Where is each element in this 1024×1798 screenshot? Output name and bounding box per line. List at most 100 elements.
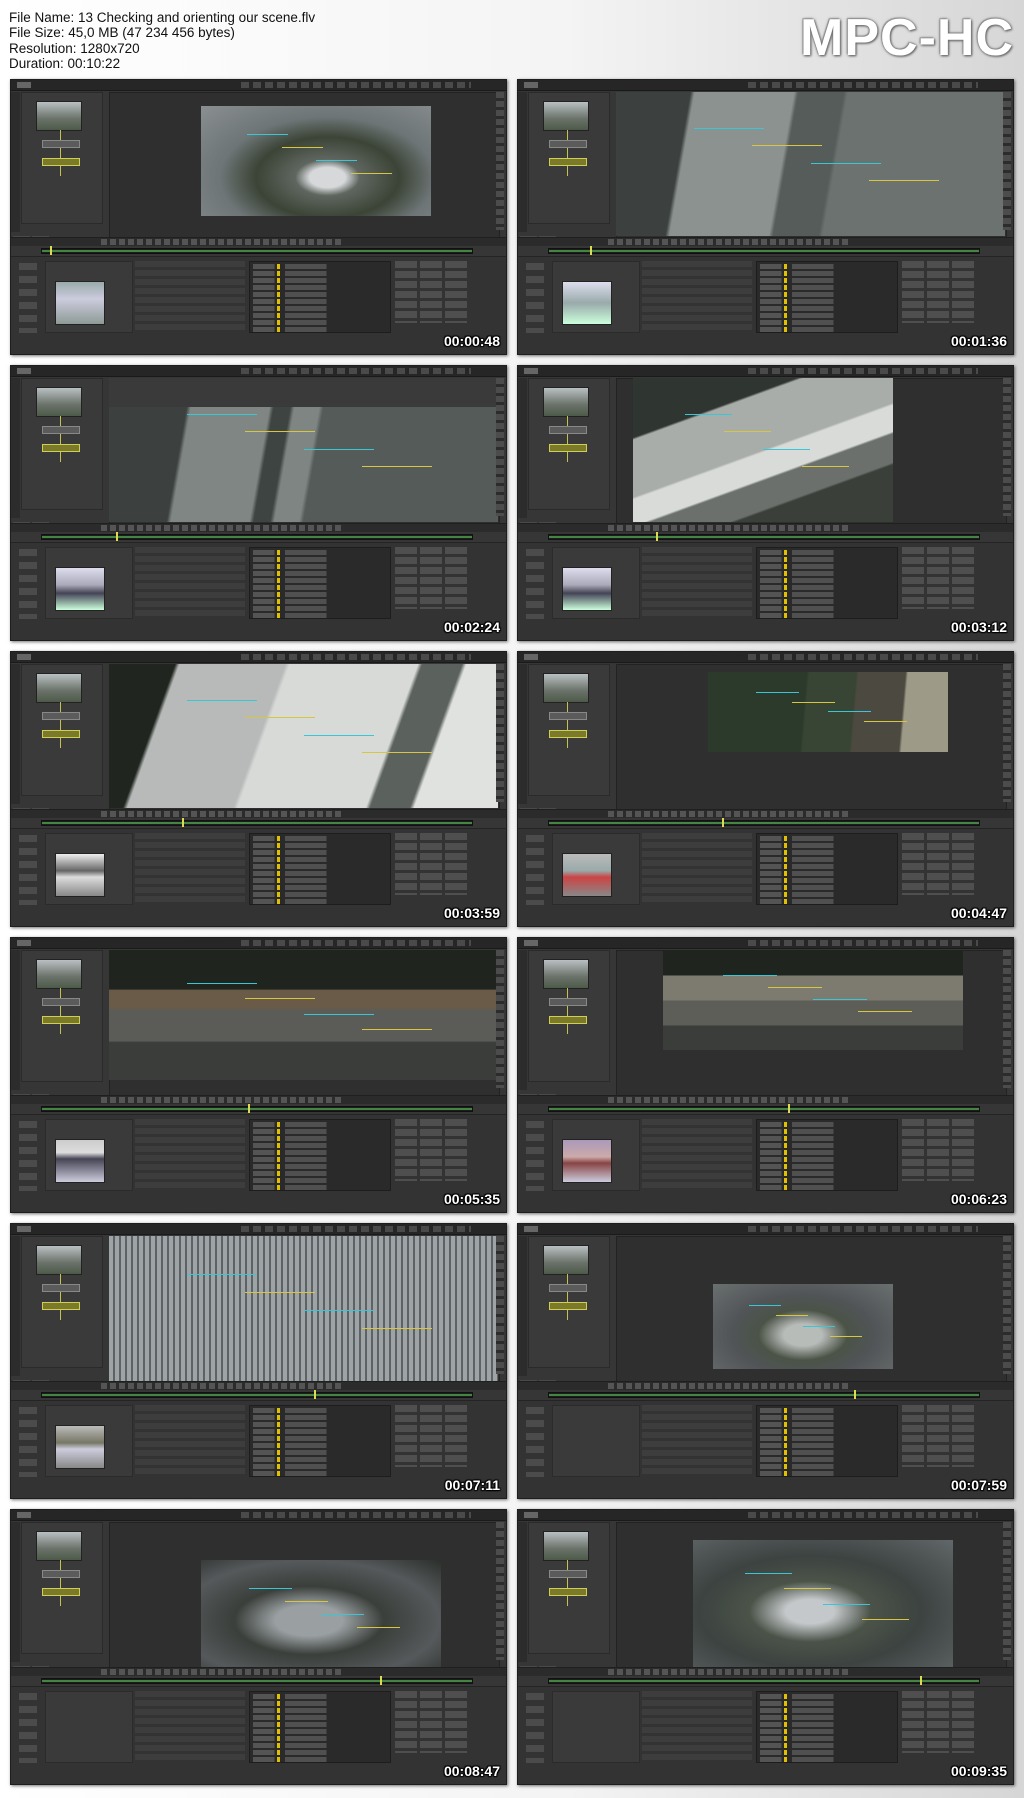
viewer-right-toolstrip — [496, 950, 504, 1088]
list-item — [760, 1457, 894, 1462]
left-toolstrip — [11, 950, 20, 1090]
node-box-selected — [42, 730, 80, 738]
track-overlay-line — [858, 1011, 912, 1012]
track-overlay-line — [303, 448, 374, 450]
left-toolstrip — [11, 92, 20, 232]
transport-bar — [11, 1381, 506, 1390]
list-item — [760, 871, 894, 876]
track-overlay-line — [245, 998, 316, 1000]
app-logo-icon — [524, 82, 538, 88]
left-toolstrip — [518, 378, 527, 518]
thumbnail-timestamp: 00:08:47 — [443, 1763, 500, 1779]
node-box-selected — [549, 1302, 587, 1310]
list-item — [760, 320, 894, 325]
node-link — [567, 1310, 568, 1320]
tracker-parameters — [135, 1691, 245, 1761]
tracker-buttons — [395, 261, 469, 323]
list-item — [760, 585, 894, 590]
left-toolstrip — [11, 1236, 20, 1376]
parameters-panel — [518, 542, 1013, 640]
node-link — [60, 148, 61, 158]
node-link — [60, 434, 61, 444]
panel-tabs — [13, 801, 53, 814]
node-flow-panel — [21, 950, 103, 1082]
track-patch-preview — [55, 1139, 105, 1183]
track-patch-preview — [562, 1139, 612, 1183]
timeline-track — [41, 818, 473, 827]
panel-tabs — [13, 515, 53, 528]
list-item — [253, 836, 387, 841]
tracker-buttons — [902, 1405, 976, 1467]
list-item — [760, 1415, 894, 1420]
app-logo-icon — [524, 1226, 538, 1232]
track-overlay-line — [303, 1013, 374, 1015]
panel-tabs — [13, 1373, 53, 1386]
list-item — [253, 1429, 387, 1434]
timeline-range — [42, 1680, 472, 1682]
transport-controls — [101, 811, 341, 817]
left-toolstrip — [11, 378, 20, 518]
list-item — [253, 557, 387, 562]
tracker-parameters — [642, 833, 752, 903]
timeline-range — [42, 1394, 472, 1396]
transport-controls — [608, 1669, 848, 1675]
node-flow-panel — [21, 664, 103, 796]
node-link — [567, 1006, 568, 1016]
node-link — [60, 1274, 61, 1284]
video-thumbnail: 00:02:24 — [10, 365, 507, 641]
tracker-buttons — [395, 1691, 469, 1753]
transport-bar — [518, 523, 1013, 532]
left-toolstrip — [518, 1236, 527, 1376]
list-item — [760, 613, 894, 618]
video-thumbnail: 00:06:23 — [517, 937, 1014, 1213]
tracker-parameters — [642, 1119, 752, 1189]
track-overlay-line — [802, 465, 849, 467]
viewer-right-toolstrip — [496, 1522, 504, 1660]
list-item — [253, 1422, 387, 1427]
list-item — [760, 850, 894, 855]
list-item — [760, 843, 894, 848]
node-link — [567, 452, 568, 462]
track-overlay-line — [361, 1029, 432, 1031]
track-overlay-line — [828, 711, 872, 713]
tracker-buttons — [902, 1691, 976, 1753]
timeline-range — [549, 1108, 979, 1110]
list-item — [253, 1457, 387, 1462]
list-item — [760, 857, 894, 862]
thumbnail-timestamp: 00:03:12 — [950, 619, 1007, 635]
list-item — [253, 1178, 387, 1183]
track-overlay-line — [763, 448, 810, 450]
parameters-side-buttons — [19, 1693, 37, 1763]
app-logo-icon — [17, 654, 31, 660]
app-titlebar — [11, 938, 506, 949]
video-thumbnail: 00:08:47 — [10, 1509, 507, 1785]
tracker-parameters — [642, 261, 752, 331]
timeline-playhead — [722, 818, 724, 827]
parameters-panel — [518, 1686, 1013, 1784]
node-flow-panel — [528, 664, 610, 796]
node-box-selected — [549, 158, 587, 166]
list-item — [760, 1408, 894, 1413]
source-node-thumbnail — [36, 101, 82, 131]
list-item — [760, 1122, 894, 1127]
viewer-right-toolstrip — [496, 378, 504, 516]
timeline-range — [549, 1680, 979, 1682]
timeline-track — [41, 246, 473, 255]
node-box — [549, 712, 587, 720]
tracker-buttons — [902, 1119, 976, 1181]
timeline-track — [41, 532, 473, 541]
node-flow-panel — [528, 92, 610, 224]
tracker-buttons — [395, 833, 469, 895]
video-thumbnail: 00:01:36 — [517, 79, 1014, 355]
list-item — [253, 1471, 387, 1476]
timeline-track — [548, 1390, 980, 1399]
node-link — [60, 1024, 61, 1034]
timeline-range — [549, 250, 979, 252]
node-link — [567, 434, 568, 444]
toolbar-buttons — [241, 654, 471, 660]
app-titlebar — [518, 938, 1013, 949]
app-logo-icon — [17, 1226, 31, 1232]
toolbar-buttons — [748, 1512, 978, 1518]
node-box — [549, 426, 587, 434]
parameters-side-buttons — [526, 549, 544, 619]
